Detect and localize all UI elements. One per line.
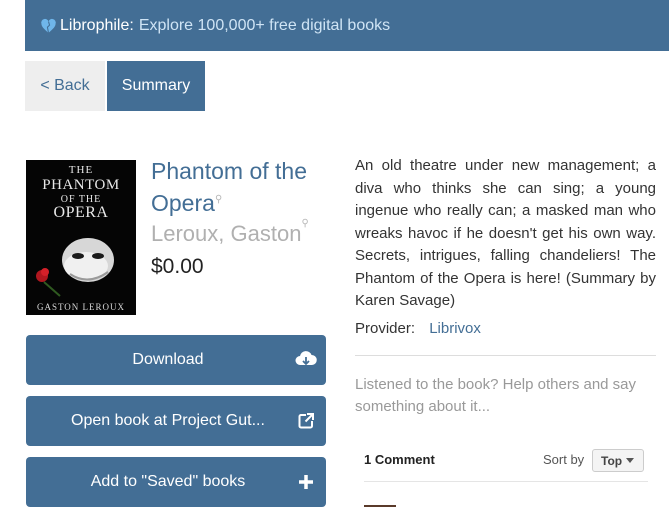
- cover-title-line-4: OPERA: [53, 204, 109, 221]
- book-title-text: Phantom of the Opera: [151, 158, 307, 216]
- open-book-button[interactable]: Open book at Project Gut...: [26, 396, 326, 446]
- add-saved-button[interactable]: Add to "Saved" books: [26, 457, 326, 507]
- tab-summary[interactable]: Summary: [107, 61, 205, 111]
- comment-count: 1 Comment: [364, 452, 435, 467]
- sort-select[interactable]: Top: [592, 449, 644, 472]
- comments-divider: [364, 481, 648, 482]
- external-link-icon: [286, 396, 326, 446]
- heart-icon: [41, 18, 56, 33]
- sort-label: Sort by: [543, 452, 585, 467]
- search-icon[interactable]: ⚲: [301, 218, 308, 229]
- provider-row: Provider: Librivox: [355, 320, 481, 337]
- download-button[interactable]: Download: [26, 335, 326, 385]
- divider: [355, 355, 656, 356]
- provider-link[interactable]: Librivox: [429, 320, 481, 337]
- comment-prompt[interactable]: Listened to the book? Help others and sa…: [355, 374, 660, 418]
- sort-value: Top: [601, 453, 623, 468]
- plus-icon: [286, 457, 326, 507]
- caret-down-icon: [626, 458, 635, 463]
- brand-tagline: Explore 100,000+ free digital books: [138, 17, 391, 34]
- cover-title-line-1: THE: [68, 164, 94, 176]
- book-author-text: Leroux, Gaston: [151, 221, 302, 246]
- book-summary: An old theatre under new management; a d…: [355, 157, 656, 309]
- brand-name: Librophile:: [60, 17, 134, 34]
- book-author[interactable]: Leroux, Gaston⚲: [151, 218, 309, 247]
- search-icon[interactable]: ⚲: [215, 194, 222, 205]
- book-cover: THE PHANTOM OF THE OPERA GASTON LEROUX: [26, 160, 136, 315]
- cover-author: GASTON LEROUX: [36, 302, 126, 312]
- book-price: $0.00: [151, 255, 204, 278]
- top-header-bar: Librophile: Explore 100,000+ free digita…: [25, 0, 669, 51]
- download-label: Download: [132, 351, 204, 368]
- cover-mask-illustration: [36, 238, 114, 297]
- provider-label: Provider:: [355, 320, 416, 337]
- add-saved-label: Add to "Saved" books: [90, 473, 246, 490]
- cover-title-line-2: PHANTOM: [42, 177, 120, 193]
- brand[interactable]: Librophile: Explore 100,000+ free digita…: [40, 17, 390, 35]
- cloud-download-icon: [286, 335, 326, 385]
- book-title[interactable]: Phantom of the Opera⚲: [151, 155, 341, 219]
- back-button[interactable]: < Back: [25, 61, 105, 111]
- open-book-label: Open book at Project Gut...: [71, 412, 265, 429]
